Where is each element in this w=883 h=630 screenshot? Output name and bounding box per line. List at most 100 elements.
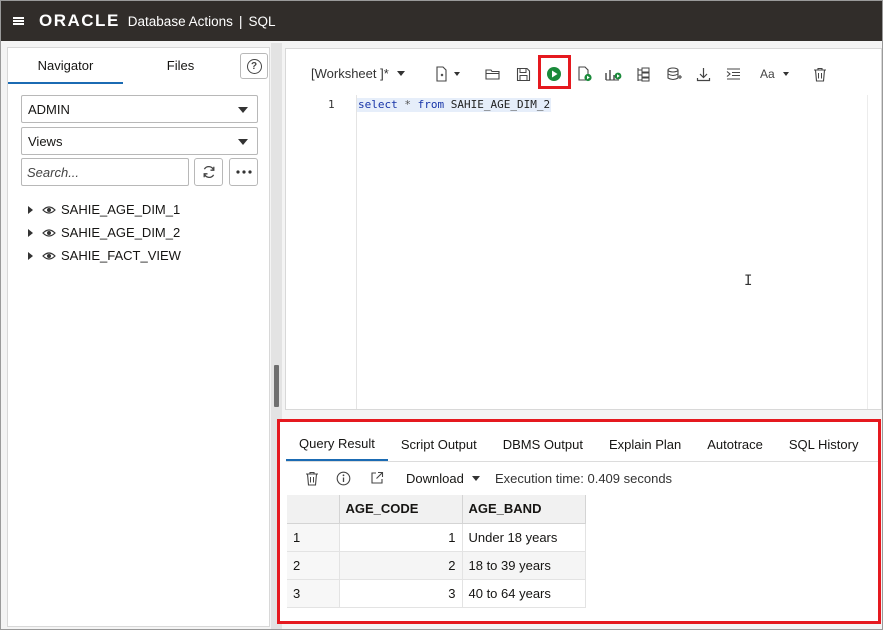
code-keyword: select [358, 98, 398, 111]
view-eye-icon [42, 228, 56, 238]
tree-item[interactable]: SAHIE_AGE_DIM_2 [28, 221, 181, 244]
format-indent-icon [726, 68, 740, 80]
sql-code-line[interactable]: select * from SAHIE_AGE_DIM_2 [357, 98, 552, 112]
download-button[interactable] [693, 63, 713, 85]
view-eye-icon [42, 205, 56, 215]
autotrace-button[interactable] [633, 63, 653, 85]
download-dropdown[interactable]: Download [406, 471, 480, 486]
age-code-cell[interactable]: 2 [339, 551, 463, 580]
tree-item[interactable]: SAHIE_FACT_VIEW [28, 244, 181, 267]
tab-sql-history[interactable]: SQL History [776, 427, 872, 461]
tabs-divider [286, 461, 878, 462]
results-tabs: Query Result Script Output DBMS Output E… [286, 427, 871, 461]
download-label: Download [406, 471, 464, 486]
view-eye-icon [42, 251, 56, 261]
run-script-button[interactable] [575, 63, 595, 85]
save-button[interactable] [513, 63, 533, 85]
sql-worksheet: [Worksheet ]* Aa 1 select * from SAHIE_A… [285, 48, 882, 410]
expand-arrow-icon[interactable] [28, 205, 33, 214]
worksheet-dropdown[interactable]: [Worksheet ]* [311, 66, 405, 81]
section-title: SQL [248, 13, 276, 29]
chevron-down-icon [396, 71, 405, 76]
clear-button[interactable] [810, 63, 830, 85]
open-button[interactable] [483, 63, 503, 85]
database-icon [666, 66, 682, 80]
results-panel: Query Result Script Output DBMS Output E… [277, 419, 881, 624]
tree-item[interactable]: SAHIE_AGE_DIM_1 [28, 198, 181, 221]
table-row[interactable]: 1 1 Under 18 years [287, 523, 586, 552]
expand-arrow-icon[interactable] [28, 251, 33, 260]
code-identifier: SAHIE_AGE_DIM_2 [450, 98, 551, 111]
editor-scrollbar[interactable] [867, 95, 881, 409]
new-file-icon [436, 66, 460, 82]
top-bar: ORACLE Database Actions | SQL [1, 1, 882, 41]
text-case-button[interactable]: Aa [758, 63, 792, 85]
tab-explain-plan[interactable]: Explain Plan [596, 427, 694, 461]
age-band-cell[interactable]: 40 to 64 years [462, 579, 586, 608]
age-band-cell[interactable]: 18 to 39 years [462, 551, 586, 580]
autotrace-icon [636, 67, 649, 81]
run-button-highlight [538, 55, 571, 89]
tree-item-label: SAHIE_AGE_DIM_1 [61, 202, 181, 217]
tab-files[interactable]: Files [123, 48, 238, 82]
tab-script-output[interactable]: Script Output [388, 427, 490, 461]
column-header[interactable]: AGE_CODE [339, 495, 463, 524]
download-icon [696, 67, 710, 81]
table-row[interactable]: 3 3 40 to 64 years [287, 579, 586, 608]
tab-navigator[interactable]: Navigator [8, 48, 123, 84]
object-tree: SAHIE_AGE_DIM_1 SAHIE_AGE_DIM_2 SAHIE_FA… [28, 198, 181, 267]
open-in-new-button[interactable] [370, 471, 384, 485]
worksheet-label: [Worksheet ]* [311, 66, 389, 81]
help-icon: ? [246, 58, 262, 74]
navigator-panel: Navigator Files ? ADMIN Views Search... … [7, 47, 270, 627]
expand-arrow-icon[interactable] [28, 228, 33, 237]
clear-results-button[interactable] [305, 471, 319, 486]
trash-icon [306, 471, 318, 486]
app-title: Database Actions [127, 13, 233, 29]
refresh-icon [203, 165, 214, 179]
svg-text:Aa: Aa [760, 67, 775, 81]
tree-item-label: SAHIE_FACT_VIEW [61, 248, 181, 263]
schema-select[interactable]: ADMIN [21, 95, 258, 123]
age-band-cell[interactable]: Under 18 years [462, 523, 586, 552]
text-cursor-icon: I [744, 273, 753, 289]
new-file-button[interactable] [433, 63, 463, 85]
grid-header-row: AGE_CODE AGE_BAND [287, 495, 586, 524]
sql-tuning-button[interactable] [663, 63, 685, 85]
age-code-cell[interactable]: 1 [339, 523, 463, 552]
splitter-handle[interactable] [274, 365, 279, 407]
tab-dbms-output[interactable]: DBMS Output [490, 427, 596, 461]
row-number: 2 [287, 551, 340, 580]
tree-item-label: SAHIE_AGE_DIM_2 [61, 225, 181, 240]
help-button[interactable]: ? [240, 53, 268, 79]
hamburger-menu-icon[interactable] [1, 1, 35, 41]
navigator-tabs: Navigator Files [8, 48, 238, 84]
line-number-gutter: 1 [286, 95, 357, 409]
explain-plan-button[interactable] [603, 63, 625, 85]
info-icon [336, 471, 351, 486]
code-keyword: from [417, 98, 445, 111]
search-input[interactable] [21, 158, 189, 186]
oracle-logo: ORACLE [39, 11, 120, 30]
trash-icon [814, 67, 826, 82]
app-window: ORACLE Database Actions | SQL Navigator … [0, 0, 883, 630]
save-icon [516, 67, 530, 81]
tab-autotrace[interactable]: Autotrace [694, 427, 776, 461]
line-number: 1 [328, 98, 335, 111]
row-number: 1 [287, 523, 340, 552]
chevron-down-icon [238, 107, 248, 113]
code-symbol: * [404, 98, 411, 111]
refresh-button[interactable] [194, 158, 223, 186]
explain-plan-icon [605, 69, 622, 80]
table-row[interactable]: 2 2 18 to 39 years [287, 551, 586, 580]
object-type-select[interactable]: Views [21, 127, 258, 155]
tab-query-result[interactable]: Query Result [286, 427, 388, 461]
results-grid: AGE_CODE AGE_BAND 1 1 Under 18 years 2 2… [287, 495, 586, 608]
age-code-cell[interactable]: 3 [339, 579, 463, 608]
object-type-select-value: Views [28, 133, 63, 149]
format-button[interactable] [723, 63, 743, 85]
external-link-icon [371, 471, 384, 484]
column-header[interactable]: AGE_BAND [462, 495, 586, 524]
more-actions-button[interactable] [229, 158, 258, 186]
info-button[interactable] [336, 471, 351, 486]
